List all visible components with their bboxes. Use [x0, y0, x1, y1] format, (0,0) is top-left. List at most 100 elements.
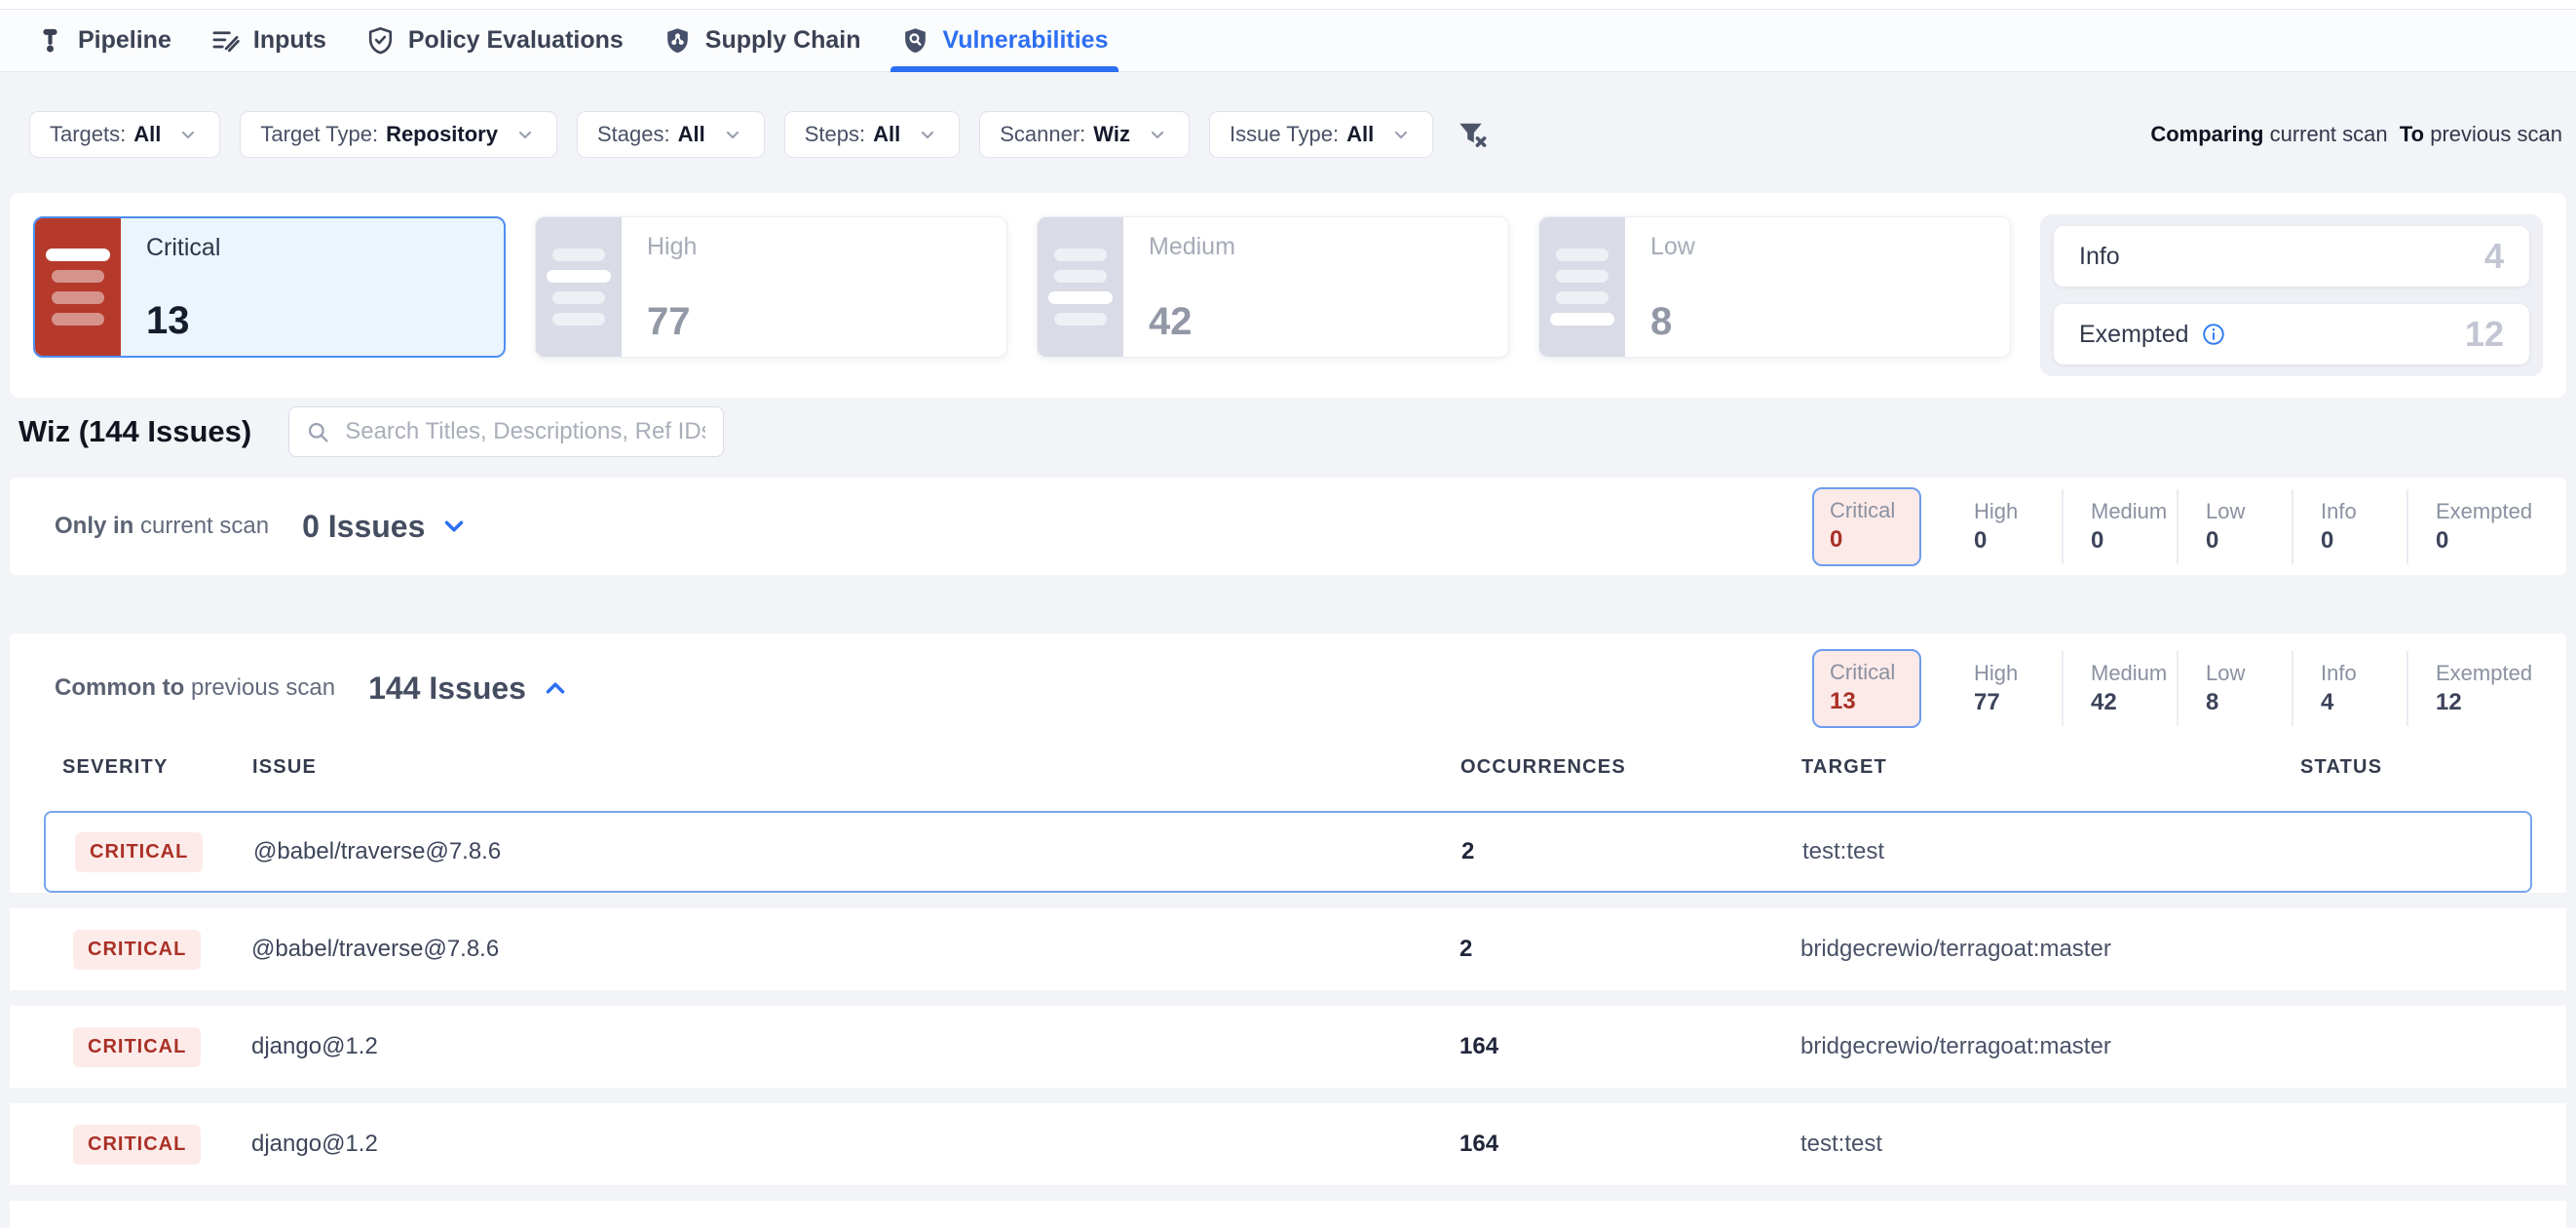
issue-cell: django@1.2	[251, 1131, 1459, 1158]
tab-supply-chain[interactable]: Supply Chain	[663, 10, 861, 71]
filter-label: Targets:	[50, 122, 126, 147]
severity-count-pill[interactable]: Exempted 12	[2406, 651, 2521, 726]
severity-card[interactable]: Low 8	[1538, 216, 2011, 358]
pill-label: Info	[2321, 499, 2406, 524]
only-in-current-scan-section: Only in current scan 0 Issues Critical 0…	[10, 478, 2566, 575]
severity-count-pill[interactable]: Critical 13	[1812, 649, 1921, 728]
side-card-count: 12	[2465, 314, 2504, 355]
severity-card[interactable]: High 77	[535, 216, 1007, 358]
tab-bar: Pipeline Inputs Policy Evaluations	[0, 10, 2576, 72]
tab-pipeline[interactable]: Pipeline	[35, 10, 171, 71]
severity-badge: CRITICAL	[73, 1027, 201, 1067]
severity-card[interactable]: Medium 42	[1037, 216, 1509, 358]
comparing-current: current scan	[2270, 122, 2388, 146]
severity-count-pill[interactable]: High 0	[1947, 489, 2062, 564]
chevron-up-icon	[541, 673, 570, 703]
issues-toggle[interactable]: 0 Issues	[302, 509, 469, 545]
pill-label: Low	[2206, 661, 2292, 686]
pill-value: 13	[1830, 688, 1902, 715]
severity-count-pill[interactable]: Critical 0	[1812, 487, 1921, 566]
severity-count-pill[interactable]: Medium 42	[2062, 651, 2177, 726]
pill-value: 0	[2206, 527, 2292, 555]
table-row[interactable]: CRITICAL django@1.2 164 test:test	[44, 1103, 2532, 1185]
tab-policy-evaluations[interactable]: Policy Evaluations	[365, 10, 624, 71]
severity-count-pill[interactable]: High 77	[1947, 651, 2062, 726]
table-row[interactable]: CRITICAL @babel/traverse@7.8.6 2 bridgec…	[44, 908, 2532, 990]
severity-card-label: Low	[1650, 233, 1985, 261]
comparing-bold: Comparing	[2150, 122, 2263, 146]
severity-card-count: 77	[647, 302, 981, 341]
pipeline-icon	[35, 24, 65, 57]
severity-count-pill[interactable]: Medium 0	[2062, 489, 2177, 564]
issue-cell: django@1.2	[251, 1033, 1459, 1060]
chevron-down-icon	[439, 512, 469, 541]
target-cell: test:test	[1800, 1131, 2299, 1158]
pill-value: 4	[2321, 689, 2406, 716]
severity-card[interactable]: Critical 13	[33, 216, 506, 358]
side-card-label: Exempted	[2079, 321, 2189, 349]
filter-dropdown[interactable]: Issue Type:All	[1209, 111, 1433, 158]
table-row[interactable]: CRITICAL django@1.2 164 bridgecrewio/ter…	[44, 1006, 2532, 1088]
column-header-target: TARGET	[1801, 756, 2300, 779]
severity-count-pill[interactable]: Info 0	[2292, 489, 2406, 564]
row-gap	[10, 1088, 2566, 1103]
table-row[interactable]: CRITICAL @babel/traverse@7.8.6 2 test:te…	[44, 811, 2532, 893]
severity-badge: CRITICAL	[75, 832, 203, 872]
severity-count-pill[interactable]: Exempted 0	[2406, 489, 2521, 564]
search-input[interactable]	[343, 417, 707, 446]
filter-value: All	[133, 122, 161, 147]
filter-dropdown[interactable]: Targets: All	[29, 111, 220, 158]
tab-label: Inputs	[253, 26, 326, 55]
side-cards: Info 4 Exempted 12	[2040, 214, 2543, 376]
issue-cell: @babel/traverse@7.8.6	[251, 936, 1459, 963]
severity-gauge-icon	[536, 217, 622, 357]
chevron-down-icon	[176, 123, 200, 146]
pill-value: 42	[2091, 689, 2177, 716]
filter-dropdown[interactable]: Steps:All	[784, 111, 961, 158]
severity-gauge-icon	[1038, 217, 1123, 357]
severity-count-group: Critical 13 High 77 Medium 42 Low 8 Info…	[1812, 649, 2521, 728]
severity-card-count: 42	[1149, 302, 1483, 341]
severity-count-pill[interactable]: Info 4	[2292, 651, 2406, 726]
filter-dropdowns: Targets: All Target Type:Repository Stage…	[29, 111, 1433, 158]
table-header: SEVERITY ISSUE OCCURRENCES TARGET STATUS	[45, 743, 2531, 791]
filter-clear-icon	[1455, 117, 1490, 152]
column-header-status: STATUS	[2300, 756, 2531, 779]
severity-gauge-icon	[1539, 217, 1625, 357]
section-label-rest: current scan	[140, 513, 269, 539]
tab-label: Vulnerabilities	[943, 26, 1109, 55]
tab-vulnerabilities[interactable]: Vulnerabilities	[900, 10, 1109, 71]
tab-inputs[interactable]: Inputs	[210, 10, 326, 71]
inputs-icon	[210, 24, 241, 57]
info-icon[interactable]	[2201, 322, 2226, 347]
pill-label: Critical	[1830, 498, 1902, 523]
comparing-previous: previous scan	[2430, 122, 2562, 146]
section-label-bold: Common to	[55, 674, 184, 701]
side-card[interactable]: Info 4	[2054, 226, 2529, 287]
clear-filters-button[interactable]	[1453, 117, 1492, 152]
pill-label: Exempted	[2436, 499, 2521, 524]
pill-label: Low	[2206, 499, 2292, 524]
pill-label: High	[1974, 661, 2062, 686]
severity-card-label: Medium	[1149, 233, 1483, 261]
severity-badge: CRITICAL	[73, 1125, 201, 1165]
filter-value: Repository	[386, 122, 498, 147]
filter-dropdown[interactable]: Target Type:Repository	[240, 111, 557, 158]
filter-value: All	[873, 122, 900, 147]
side-card[interactable]: Exempted 12	[2054, 304, 2529, 365]
row-gap	[10, 893, 2566, 908]
filter-dropdown[interactable]: Stages:All	[577, 111, 765, 158]
severity-summary-panel: Critical 13 High 77	[10, 193, 2566, 398]
pill-value: 0	[1974, 527, 2062, 555]
chevron-down-icon	[1389, 123, 1413, 146]
filter-value: All	[678, 122, 705, 147]
severity-count-pill[interactable]: Low 8	[2177, 651, 2292, 726]
pill-value: 0	[2091, 527, 2177, 555]
severity-count-pill[interactable]: Low 0	[2177, 489, 2292, 564]
issues-toggle[interactable]: 144 Issues	[368, 671, 570, 707]
chevron-down-icon	[721, 123, 744, 146]
top-strip	[0, 0, 2576, 10]
pill-value: 8	[2206, 689, 2292, 716]
filter-dropdown[interactable]: Scanner:Wiz	[979, 111, 1190, 158]
row-gap	[10, 1185, 2566, 1201]
